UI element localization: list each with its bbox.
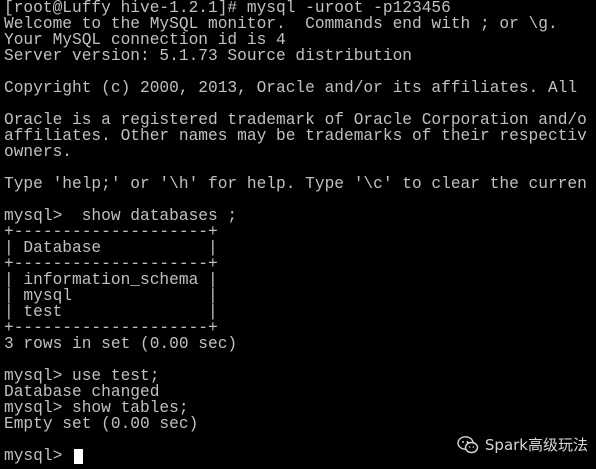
prompt-label: mysql> bbox=[4, 447, 72, 465]
terminal-line: Welcome to the MySQL monitor. Commands e… bbox=[4, 15, 558, 33]
terminal-window[interactable]: [root@Luffy hive-1.2.1]# mysql -uroot -p… bbox=[0, 0, 596, 469]
terminal-line: | Database | bbox=[4, 239, 218, 257]
terminal-line: mysql> show databases ; bbox=[4, 207, 238, 225]
terminal-line: 3 rows in set (0.00 sec) bbox=[4, 335, 238, 353]
terminal-line: [root@Luffy hive-1.2.1]# mysql -uroot -p… bbox=[4, 0, 451, 17]
terminal-line: | information_schema | bbox=[4, 271, 218, 289]
terminal-line: affiliates. Other names may be trademark… bbox=[4, 127, 587, 145]
text-cursor[interactable] bbox=[74, 448, 83, 464]
terminal-line: +--------------------+ bbox=[4, 319, 218, 337]
watermark: Spark高级玩法 bbox=[457, 434, 588, 455]
terminal-line: owners. bbox=[4, 143, 72, 161]
terminal-line: +--------------------+ bbox=[4, 223, 218, 241]
terminal-line: +--------------------+ bbox=[4, 255, 218, 273]
terminal-line: | test | bbox=[4, 303, 218, 321]
terminal-output: [root@Luffy hive-1.2.1]# mysql -uroot -p… bbox=[4, 0, 587, 464]
terminal-line: mysql> show tables; bbox=[4, 399, 189, 417]
watermark-text: Spark高级玩法 bbox=[484, 436, 588, 454]
terminal-line: Your MySQL connection id is 4 bbox=[4, 31, 286, 49]
terminal-line: Server version: 5.1.73 Source distributi… bbox=[4, 47, 412, 65]
terminal-line: Type 'help;' or '\h' for help. Type '\c'… bbox=[4, 175, 587, 193]
terminal-line: Copyright (c) 2000, 2013, Oracle and/or … bbox=[4, 79, 578, 97]
terminal-line: mysql> use test; bbox=[4, 367, 160, 385]
terminal-line: | mysql | bbox=[4, 287, 218, 305]
terminal-line: Oracle is a registered trademark of Orac… bbox=[4, 111, 587, 129]
terminal-line: Database changed bbox=[4, 383, 160, 401]
terminal-line: Empty set (0.00 sec) bbox=[4, 415, 199, 433]
wechat-icon bbox=[457, 435, 479, 453]
